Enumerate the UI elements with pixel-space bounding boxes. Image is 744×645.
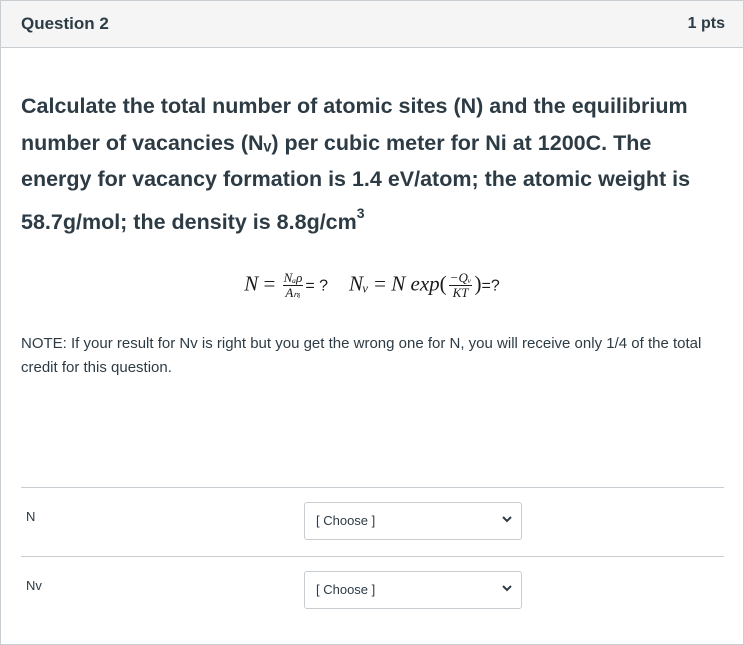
formula-n-fraction: Nₐρ Aₙᵢ (282, 270, 304, 300)
formula-equals-1: = (263, 271, 276, 296)
formula-equals-2: = (374, 271, 387, 296)
answer-select-n[interactable]: [ Choose ] (304, 502, 522, 540)
formula-nv-rhs: N exp (391, 271, 440, 296)
chevron-down-icon (502, 585, 512, 592)
formula-n-denominator: Aₙᵢ (285, 285, 301, 300)
formula-nv-lhs: Nᵥ (349, 271, 369, 296)
formula-n-numerator: Nₐρ (282, 270, 304, 286)
answer-select-nv[interactable]: [ Choose ] (304, 571, 522, 609)
formula: N = Nₐρ Aₙᵢ = ? Nᵥ = N exp(−Qᵥ KT)=? (1, 271, 743, 300)
answer-divider-top (21, 487, 724, 488)
formula-n-question: = ? (305, 277, 329, 295)
formula-exp-denominator: KT (452, 285, 469, 300)
question-title: Question 2 (21, 14, 109, 33)
question-prompt: Calculate the total number of atomic sit… (21, 88, 726, 240)
answer-select-nv-value: [ Choose ] (316, 582, 376, 597)
formula-open-paren: ( (439, 271, 447, 296)
prompt-superscript: 3 (356, 204, 365, 221)
formula-exp-fraction: −Qᵥ KT (448, 270, 473, 300)
answer-label-n: N (26, 509, 36, 524)
chevron-down-icon (502, 516, 512, 523)
formula-exp-numerator: −Qᵥ (448, 270, 473, 286)
formula-nv-question: =? (481, 277, 500, 295)
question-points: 1 pts (687, 15, 725, 32)
answer-divider-middle (21, 556, 724, 557)
formula-n-lhs: N (244, 271, 259, 296)
prompt-text: Calculate the total number of atomic sit… (21, 94, 691, 234)
answer-label-nv: Nv (26, 578, 42, 593)
question-card: Question 2 1 pts Calculate the total num… (0, 0, 744, 645)
question-note: NOTE: If your result for Nv is right but… (21, 335, 702, 376)
question-header: Question 2 1 pts (1, 1, 743, 48)
answer-select-n-value: [ Choose ] (316, 513, 376, 528)
